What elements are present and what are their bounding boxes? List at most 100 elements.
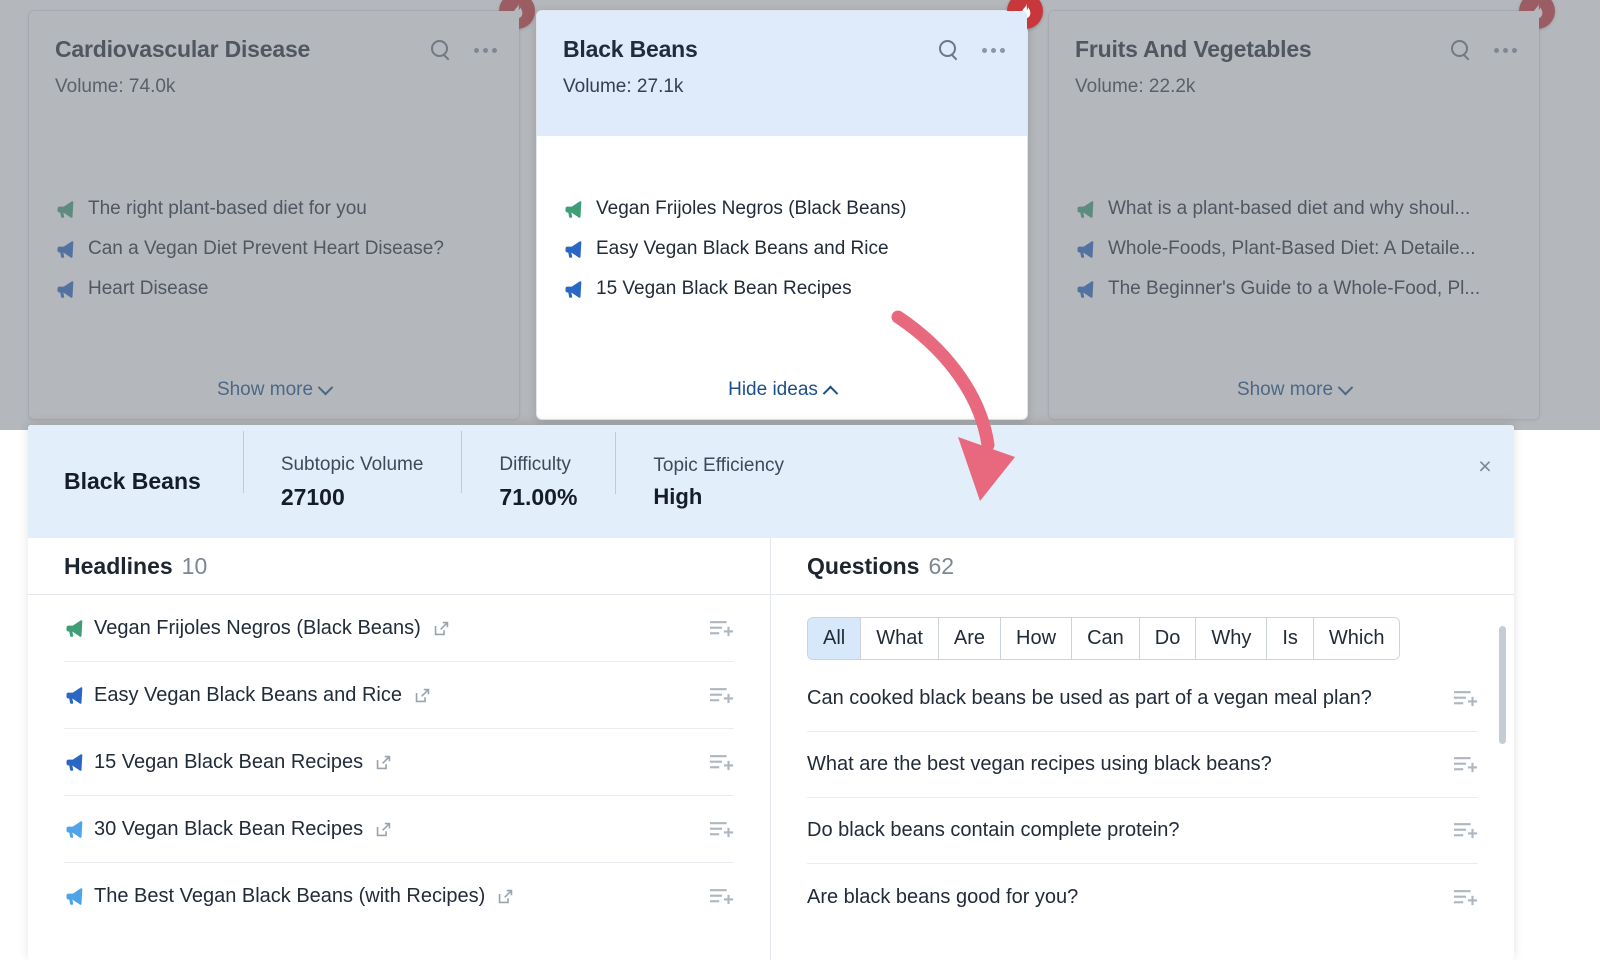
question-filter-which[interactable]: Which: [1313, 618, 1400, 659]
questions-heading: Questions 62: [771, 538, 1514, 595]
card-idea-text: The right plant-based diet for you: [88, 198, 367, 219]
metric-subtopic-volume: Subtopic Volume 27100: [242, 431, 462, 511]
card-idea-row[interactable]: Whole-Foods, Plant-Based Diet: A Detaile…: [1075, 238, 1513, 260]
topic-card-cardiovascular-disease[interactable]: Cardiovascular Disease Volume: 74.0k The r…: [28, 0, 535, 420]
question-text: Do black beans contain complete protein?: [807, 819, 1180, 841]
card-header: Fruits And Vegetables Volume: 22.2k: [1049, 11, 1539, 136]
metric-difficulty: Difficulty 71.00%: [461, 431, 615, 511]
megaphone-icon: [66, 820, 83, 838]
metric-label: Topic Efficiency: [653, 454, 785, 476]
card-footer-label: Show more: [216, 379, 314, 400]
add-to-list-icon[interactable]: [710, 619, 734, 638]
megaphone-icon: [565, 280, 582, 298]
card-footer-label: Hide ideas: [728, 379, 818, 400]
search-icon[interactable]: [430, 39, 452, 61]
card-idea-row[interactable]: The Beginner's Guide to a Whole-Food, Pl…: [1075, 278, 1513, 300]
add-to-list-icon[interactable]: [1454, 755, 1478, 774]
headline-row[interactable]: 15 Vegan Black Bean Recipes: [64, 729, 734, 796]
headline-row[interactable]: Easy Vegan Black Beans and Rice: [64, 662, 734, 729]
external-link-icon[interactable]: [375, 821, 392, 838]
card-header: Black Beans Volume: 27.1k: [537, 11, 1027, 136]
headline-text: Vegan Frijoles Negros (Black Beans): [94, 616, 421, 639]
topic-detail-panel: Black Beans Subtopic Volume 27100 Diffic…: [28, 425, 1514, 960]
more-options-icon[interactable]: [982, 47, 1005, 53]
more-options-icon[interactable]: [1494, 47, 1517, 53]
card-idea-text: Can a Vegan Diet Prevent Heart Disease?: [88, 238, 444, 259]
metric-value: 71.00%: [499, 483, 578, 510]
questions-count: 62: [928, 552, 955, 579]
add-to-list-icon[interactable]: [710, 686, 734, 705]
megaphone-icon: [57, 200, 74, 218]
external-link-icon[interactable]: [433, 620, 450, 637]
add-to-list-icon[interactable]: [710, 820, 734, 839]
metric-topic-efficiency: Topic Efficiency High: [615, 431, 822, 511]
megaphone-icon: [565, 200, 582, 218]
card-idea-row[interactable]: Vegan Frijoles Negros (Black Beans): [563, 198, 1001, 220]
add-to-list-icon[interactable]: [1454, 689, 1478, 708]
question-filter-do[interactable]: Do: [1139, 618, 1197, 659]
chevron-up-icon: [822, 385, 839, 401]
megaphone-icon: [66, 888, 83, 905]
headline-row[interactable]: 30 Vegan Black Bean Recipes: [64, 796, 734, 863]
card-idea-row[interactable]: Can a Vegan Diet Prevent Heart Disease?: [55, 238, 493, 260]
question-filter-are[interactable]: Are: [938, 618, 1002, 659]
add-to-list-icon[interactable]: [710, 753, 734, 772]
card-idea-row[interactable]: What is a plant-based diet and why shoul…: [1075, 198, 1513, 220]
question-filter-can[interactable]: Can: [1072, 618, 1140, 659]
search-icon[interactable]: [938, 39, 960, 61]
topic-card-black-beans[interactable]: Black Beans Volume: 27.1k Vegan Frijoles N…: [536, 0, 1043, 420]
external-link-icon[interactable]: [497, 888, 514, 905]
question-row[interactable]: Are black beans good for you?: [807, 864, 1478, 930]
card-footer-toggle[interactable]: Show more: [1049, 379, 1539, 401]
headlines-title: Headlines: [64, 552, 173, 579]
headline-text: 15 Vegan Black Bean Recipes: [94, 750, 364, 773]
questions-scrollbar[interactable]: [1499, 626, 1506, 744]
headline-row[interactable]: Vegan Frijoles Negros (Black Beans): [64, 595, 734, 662]
external-link-icon[interactable]: [414, 687, 431, 704]
headline-text: Easy Vegan Black Beans and Rice: [94, 683, 402, 706]
card-footer-toggle[interactable]: Show more: [29, 379, 519, 401]
question-filter-why[interactable]: Why: [1196, 618, 1268, 659]
card-volume: Volume: 22.2k: [1075, 76, 1196, 98]
card-body: The right plant-based diet for you Can a …: [29, 136, 519, 420]
megaphone-icon: [1077, 280, 1094, 298]
question-row[interactable]: Can cooked black beans be used as part o…: [807, 666, 1478, 732]
card-idea-row[interactable]: 15 Vegan Black Bean Recipes: [563, 278, 1001, 300]
headline-row[interactable]: The Best Vegan Black Beans (with Recipes…: [64, 863, 734, 930]
megaphone-icon: [66, 753, 83, 771]
search-icon[interactable]: [1450, 39, 1472, 61]
add-to-list-icon[interactable]: [1454, 821, 1478, 840]
megaphone-icon: [565, 240, 582, 258]
chevron-down-icon: [1337, 379, 1354, 395]
headlines-list: Vegan Frijoles Negros (Black Beans) Easy …: [28, 595, 770, 930]
megaphone-icon: [1077, 240, 1094, 258]
card-idea-text: Easy Vegan Black Beans and Rice: [596, 238, 889, 259]
external-link-icon[interactable]: [375, 754, 392, 771]
question-filter-is[interactable]: Is: [1267, 618, 1314, 659]
card-footer-label: Show more: [1236, 379, 1334, 400]
metric-value: 27100: [280, 483, 345, 510]
questions-title: Questions: [807, 552, 920, 579]
questions-list: Can cooked black beans be used as part o…: [771, 660, 1514, 930]
metric-label: Subtopic Volume: [280, 454, 424, 476]
question-filter-all[interactable]: All: [808, 618, 862, 659]
chevron-down-icon: [317, 379, 334, 395]
question-filters: All What Are How Can Do Why Is Which: [771, 595, 1514, 660]
question-row[interactable]: Do black beans contain complete protein?: [807, 798, 1478, 864]
megaphone-icon: [1077, 200, 1094, 218]
topic-card-fruits-and-vegetables[interactable]: Fruits And Vegetables Volume: 22.2k What i…: [1048, 0, 1555, 420]
card-idea-text: The Beginner's Guide to a Whole-Food, Pl…: [1108, 278, 1481, 299]
card-header: Cardiovascular Disease Volume: 74.0k: [29, 11, 519, 136]
card-idea-row[interactable]: Heart Disease: [55, 278, 493, 300]
question-filter-how[interactable]: How: [1001, 618, 1073, 659]
question-row[interactable]: What are the best vegan recipes using bl…: [807, 732, 1478, 798]
question-filter-what[interactable]: What: [861, 618, 939, 659]
card-footer-toggle[interactable]: Hide ideas: [537, 379, 1027, 401]
card-idea-row[interactable]: The right plant-based diet for you: [55, 198, 493, 220]
card-header-actions: [430, 39, 497, 61]
add-to-list-icon[interactable]: [1454, 888, 1478, 907]
close-icon[interactable]: ×: [1472, 453, 1498, 479]
more-options-icon[interactable]: [474, 47, 497, 53]
card-idea-row[interactable]: Easy Vegan Black Beans and Rice: [563, 238, 1001, 260]
add-to-list-icon[interactable]: [710, 887, 734, 906]
